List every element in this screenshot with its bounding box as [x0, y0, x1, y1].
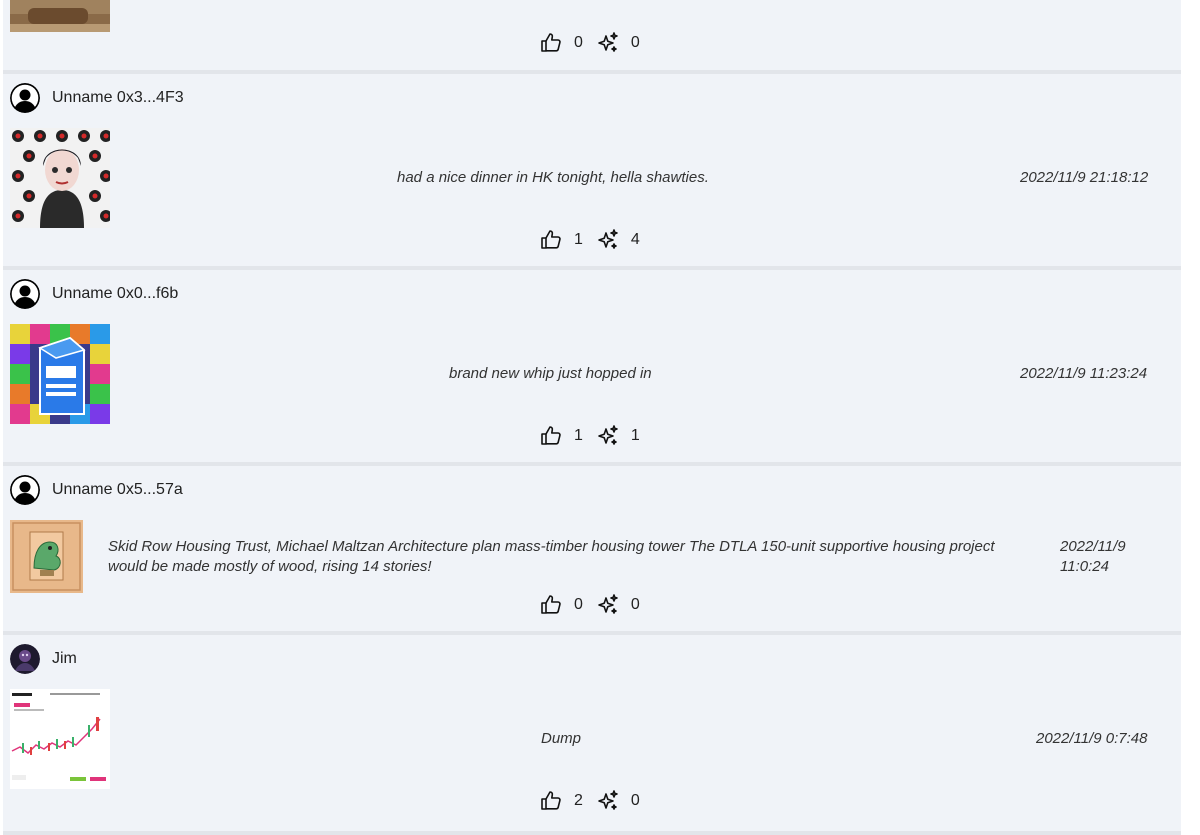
post-message: brand new whip just hopped in	[449, 365, 652, 382]
like-count: 0	[574, 596, 583, 613]
username[interactable]: Unname 0x5...57a	[52, 481, 183, 499]
spark-count: 0	[630, 34, 640, 51]
post-header: Unname 0x0...f6b	[10, 279, 178, 309]
post-timestamp: 2022/11/9 11:0:24	[1060, 538, 1126, 575]
post-header: Jim	[10, 644, 77, 674]
post-feed: 0 0 Unname 0x3...4F3 had a nice dinner i…	[0, 0, 1200, 835]
post-header: Unname 0x3...4F3	[10, 83, 184, 113]
sparkles-icon[interactable]	[596, 424, 620, 448]
post-card: Unname 0x3...4F3 had a nice dinner in HK…	[3, 74, 1181, 270]
spark-count: 1	[630, 427, 640, 444]
spark-count: 0	[630, 792, 640, 809]
post-card: Unname 0x5...57a Skid Row Housing Trust,…	[3, 466, 1181, 635]
post-message: had a nice dinner in HK tonight, hella s…	[397, 169, 709, 186]
post-actions: 0 0	[539, 31, 653, 55]
post-actions: 1 4	[539, 228, 653, 252]
post-actions: 0 0	[539, 593, 653, 617]
sparkles-icon[interactable]	[596, 228, 620, 252]
post-image[interactable]	[10, 324, 110, 424]
post-image[interactable]	[10, 520, 83, 593]
post-card: Jim Dump 2022/11/9 0:7:48 2 0	[3, 635, 1181, 835]
post-image[interactable]	[10, 689, 110, 789]
username[interactable]: Jim	[52, 650, 77, 668]
post-image[interactable]	[10, 128, 110, 228]
like-count: 0	[574, 34, 583, 51]
like-count: 1	[574, 427, 583, 444]
post-timestamp: 2022/11/9 11:23:24	[1020, 365, 1148, 382]
username[interactable]: Unname 0x3...4F3	[52, 89, 184, 107]
user-avatar-icon[interactable]	[10, 83, 40, 113]
post-card: 0 0	[3, 0, 1181, 74]
user-avatar-icon[interactable]	[10, 475, 40, 505]
post-message: Dump	[541, 730, 582, 747]
post-message: Skid Row Housing Trust, Michael Maltzan …	[108, 538, 995, 575]
thumbs-up-icon[interactable]	[539, 593, 563, 617]
thumbs-up-icon[interactable]	[539, 228, 563, 252]
thumbs-up-icon[interactable]	[539, 31, 563, 55]
post-image[interactable]	[10, 0, 110, 32]
sparkles-icon[interactable]	[596, 593, 620, 617]
post-actions: 2 0	[539, 789, 653, 813]
user-avatar-icon[interactable]	[10, 279, 40, 309]
thumbs-up-icon[interactable]	[539, 789, 563, 813]
spark-count: 4	[630, 231, 640, 248]
username[interactable]: Unname 0x0...f6b	[52, 285, 178, 303]
user-avatar-icon[interactable]	[10, 644, 40, 674]
post-card: Unname 0x0...f6b brand new whip just hop…	[3, 270, 1181, 466]
post-header: Unname 0x5...57a	[10, 475, 183, 505]
thumbs-up-icon[interactable]	[539, 424, 563, 448]
sparkles-icon[interactable]	[596, 789, 620, 813]
post-timestamp: 2022/11/9 0:7:48	[1036, 730, 1148, 747]
spark-count: 0	[630, 596, 640, 613]
post-timestamp: 2022/11/9 21:18:12	[1020, 169, 1149, 186]
sparkles-icon[interactable]	[596, 31, 620, 55]
like-count: 2	[574, 792, 583, 809]
post-actions: 1 1	[539, 424, 653, 448]
like-count: 1	[574, 231, 583, 248]
